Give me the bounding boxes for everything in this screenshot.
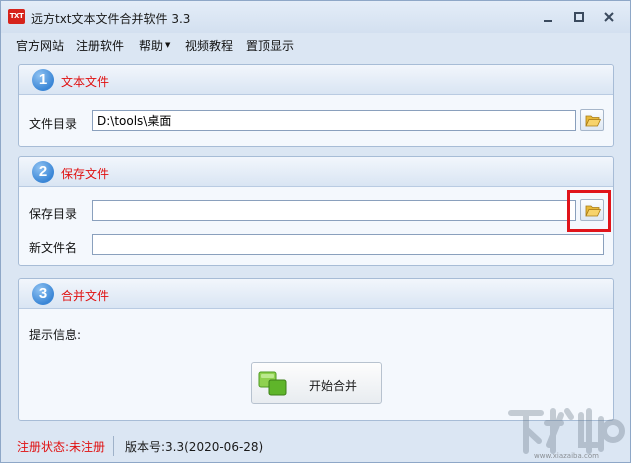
source-dir-label: 文件目录 bbox=[29, 117, 78, 131]
menu-official-site[interactable]: 官方网站 bbox=[16, 37, 64, 54]
close-icon bbox=[604, 12, 614, 22]
menu-always-on-top[interactable]: 置顶显示 bbox=[246, 37, 294, 54]
group-header: 2 保存文件 bbox=[19, 157, 613, 187]
source-dir-input[interactable] bbox=[92, 110, 576, 131]
merge-icon bbox=[258, 371, 287, 396]
group-title: 保存文件 bbox=[61, 167, 110, 181]
group-text-files: 1 文本文件 文件目录 bbox=[18, 64, 614, 147]
filename-label: 新文件名 bbox=[29, 241, 78, 255]
group-save-file: 2 保存文件 保存目录 新文件名 bbox=[18, 156, 614, 266]
step-2-badge: 2 bbox=[32, 161, 54, 183]
app-logo-icon: TXT bbox=[8, 9, 25, 24]
close-button[interactable] bbox=[600, 9, 618, 25]
menu-help[interactable]: 帮助 ▼ bbox=[139, 37, 170, 54]
save-dir-input[interactable] bbox=[92, 200, 576, 221]
group-title: 合并文件 bbox=[61, 289, 110, 303]
group-merge: 3 合并文件 提示信息: 开始合并 bbox=[18, 278, 614, 421]
minimize-button[interactable] bbox=[539, 9, 557, 25]
info-label: 提示信息: bbox=[29, 328, 82, 342]
browse-source-button[interactable] bbox=[580, 109, 604, 131]
group-title: 文本文件 bbox=[61, 75, 110, 89]
browse-save-button[interactable] bbox=[580, 199, 604, 221]
start-merge-button[interactable]: 开始合并 bbox=[251, 362, 382, 404]
save-dir-label: 保存目录 bbox=[29, 207, 78, 221]
maximize-icon bbox=[574, 12, 584, 22]
menu-register[interactable]: 注册软件 bbox=[76, 37, 124, 54]
group-header: 1 文本文件 bbox=[19, 65, 613, 95]
menu-bar: 官方网站 注册软件 帮助 ▼ 视频教程 置顶显示 bbox=[1, 34, 630, 56]
step-3-badge: 3 bbox=[32, 283, 54, 305]
folder-open-icon bbox=[585, 205, 601, 217]
registration-status: 注册状态:未注册 bbox=[17, 440, 106, 454]
version-info: 版本号:3.3(2020-06-28) bbox=[125, 440, 264, 454]
caret-down-icon: ▼ bbox=[165, 41, 171, 49]
status-divider bbox=[113, 436, 114, 456]
maximize-button[interactable] bbox=[570, 9, 588, 25]
step-1-badge: 1 bbox=[32, 69, 54, 91]
app-window: TXT 远方txt文本文件合并软件 3.3 官方网站 注册软件 帮助 ▼ 视频教程… bbox=[0, 0, 631, 463]
menu-video-tutorial[interactable]: 视频教程 bbox=[185, 37, 233, 54]
window-title: 远方txt文本文件合并软件 3.3 bbox=[31, 12, 191, 26]
group-header: 3 合并文件 bbox=[19, 279, 613, 309]
folder-open-icon bbox=[585, 115, 601, 127]
menu-help-label: 帮助 bbox=[139, 39, 164, 53]
start-merge-label: 开始合并 bbox=[309, 379, 358, 393]
watermark-url: www.xiazaiba.com bbox=[534, 452, 599, 460]
title-bar[interactable]: TXT 远方txt文本文件合并软件 3.3 bbox=[1, 1, 630, 33]
minimize-icon bbox=[544, 20, 552, 22]
filename-input[interactable] bbox=[92, 234, 604, 255]
